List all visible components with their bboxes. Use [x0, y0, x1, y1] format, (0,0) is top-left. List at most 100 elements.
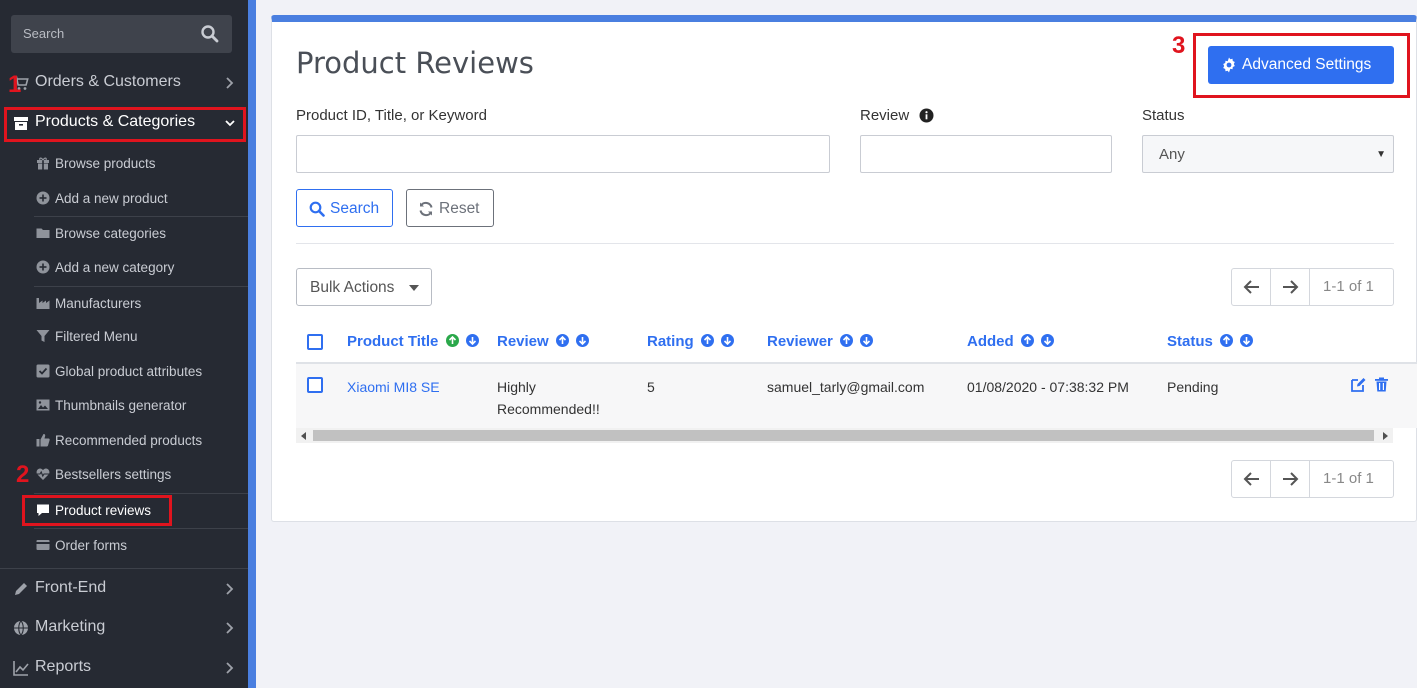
sidebar-item-bestsellers-settings[interactable]: Bestsellers settings: [34, 458, 248, 492]
sidebar-item-label: Add a new product: [55, 191, 168, 206]
sort-down-icon[interactable]: [1240, 334, 1254, 347]
review-input[interactable]: [860, 135, 1112, 173]
keyword-input[interactable]: [296, 135, 830, 173]
sidebar: Search Orders & Customers Products & Cat…: [0, 0, 248, 688]
caret-down-icon: [409, 285, 419, 291]
image-icon: [36, 399, 50, 411]
sort-up-icon[interactable]: [555, 334, 569, 347]
annotation-marker-3: 3: [1172, 32, 1186, 59]
sort-up-icon[interactable]: [1220, 334, 1234, 347]
status-select[interactable]: Any ▼: [1142, 135, 1394, 173]
pagination-count: 1-1 of 1: [1323, 470, 1374, 487]
sidebar-item-add-product[interactable]: Add a new product: [34, 182, 248, 216]
sidebar-item-order-forms[interactable]: Order forms: [34, 528, 248, 562]
sort-down-icon[interactable]: [721, 334, 735, 347]
review-text-line: Highly: [497, 379, 536, 395]
sort-up-icon[interactable]: [1020, 334, 1034, 347]
scroll-right-icon[interactable]: [1383, 432, 1388, 440]
highlight-box-products-categories: [4, 107, 246, 142]
globe-icon: [14, 620, 28, 636]
sort-up-icon[interactable]: [840, 334, 854, 347]
nav-marketing[interactable]: Marketing: [0, 608, 248, 648]
reset-button-label: Reset: [439, 200, 480, 217]
column-header-label: Review: [497, 333, 549, 350]
column-header-reviewer[interactable]: Reviewer: [767, 333, 874, 350]
sidebar-item-global-attributes[interactable]: Global product attributes: [34, 355, 248, 389]
filter-icon: [36, 330, 50, 342]
line-chart-icon: [13, 661, 29, 676]
status-cell: Pending: [1167, 379, 1219, 395]
row-checkbox[interactable]: [307, 377, 323, 393]
pagination-count: 1-1 of 1: [1323, 278, 1374, 295]
column-header-label: Status: [1167, 333, 1213, 350]
sidebar-item-add-category[interactable]: Add a new category: [34, 251, 248, 285]
nav-reports[interactable]: Reports: [0, 648, 248, 688]
highlight-box-product-reviews: [22, 495, 172, 526]
column-header-label: Product Title: [347, 333, 439, 350]
search-icon: [309, 201, 325, 217]
column-header-review[interactable]: Review: [497, 333, 590, 350]
prev-page-button[interactable]: [1232, 269, 1271, 305]
sidebar-item-browse-products[interactable]: Browse products: [34, 147, 248, 181]
status-select-value: Any: [1159, 146, 1185, 163]
bulk-actions-dropdown[interactable]: Bulk Actions: [296, 268, 432, 306]
sort-up-icon[interactable]: [445, 334, 459, 347]
bulk-actions-label: Bulk Actions: [310, 279, 395, 296]
nav-orders-customers[interactable]: Orders & Customers: [0, 63, 248, 103]
search-button-label: Search: [330, 200, 380, 217]
search-icon[interactable]: [200, 24, 220, 44]
nav-label: Marketing: [35, 618, 106, 635]
sidebar-item-label: Global product attributes: [55, 364, 203, 379]
sort-down-icon[interactable]: [576, 334, 590, 347]
pagination-bottom: 1-1 of 1: [1231, 460, 1394, 498]
plus-circle-icon: [36, 191, 50, 205]
column-header-label: Reviewer: [767, 333, 833, 350]
industry-icon: [36, 298, 50, 309]
sidebar-item-label: Manufacturers: [55, 296, 142, 311]
column-header-rating[interactable]: Rating: [647, 333, 735, 350]
sort-up-icon[interactable]: [700, 334, 714, 347]
sidebar-search-input[interactable]: Search: [11, 15, 232, 53]
search-placeholder: Search: [23, 26, 65, 41]
prev-page-button[interactable]: [1232, 461, 1271, 497]
table-horizontal-scrollbar[interactable]: [296, 428, 1393, 443]
sidebar-item-label: Bestsellers settings: [55, 467, 172, 482]
sort-down-icon[interactable]: [1041, 334, 1055, 347]
sidebar-item-thumbnails-generator[interactable]: Thumbnails generator: [34, 389, 248, 423]
column-header-product-title[interactable]: Product Title: [347, 333, 479, 350]
gift-icon: [37, 157, 49, 170]
sidebar-item-filtered-menu[interactable]: Filtered Menu: [34, 320, 248, 354]
next-page-button[interactable]: [1271, 461, 1310, 497]
reviewer-cell: samuel_tarly@gmail.com: [767, 379, 925, 395]
scrollbar-thumb[interactable]: [313, 430, 1374, 441]
chevron-right-icon: [226, 77, 234, 89]
review-cell: Highly Recommended!!: [497, 376, 600, 420]
review-label: Review: [860, 107, 910, 124]
info-icon[interactable]: [919, 108, 934, 123]
nav-label: Front-End: [35, 579, 107, 596]
status-label: Status: [1142, 107, 1185, 124]
sidebar-item-manufacturers[interactable]: Manufacturers: [34, 286, 248, 320]
select-all-checkbox[interactable]: [307, 334, 323, 350]
column-header-status[interactable]: Status: [1167, 333, 1254, 350]
sidebar-item-label: Order forms: [55, 538, 128, 553]
edit-icon[interactable]: [1351, 377, 1366, 392]
column-header-added[interactable]: Added: [967, 333, 1055, 350]
pagination-top: 1-1 of 1: [1231, 268, 1394, 306]
credit-card-icon: [36, 540, 50, 550]
scroll-left-icon[interactable]: [301, 432, 306, 440]
sidebar-item-label: Thumbnails generator: [55, 398, 187, 413]
chevron-right-icon: [226, 622, 234, 634]
sidebar-item-recommended-products[interactable]: Recommended products: [34, 424, 248, 458]
sidebar-item-browse-categories[interactable]: Browse categories: [34, 216, 248, 250]
chevron-right-icon: [226, 583, 234, 595]
review-text-line: Recommended!!: [497, 401, 600, 417]
sort-down-icon[interactable]: [860, 334, 874, 347]
next-page-button[interactable]: [1271, 269, 1310, 305]
search-button[interactable]: Search: [296, 189, 393, 227]
reset-button[interactable]: Reset: [406, 189, 494, 227]
sort-down-icon[interactable]: [465, 334, 479, 347]
nav-front-end[interactable]: Front-End: [0, 568, 248, 608]
product-title-link[interactable]: Xiaomi MI8 SE: [347, 376, 440, 398]
trash-icon[interactable]: [1374, 377, 1389, 392]
